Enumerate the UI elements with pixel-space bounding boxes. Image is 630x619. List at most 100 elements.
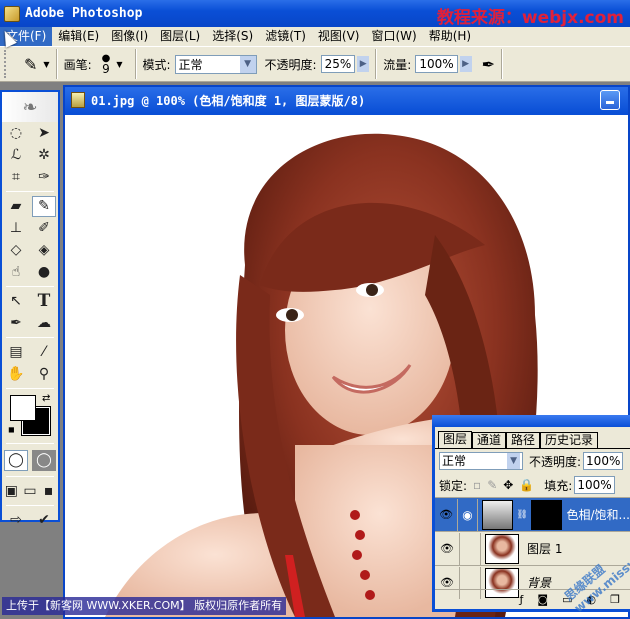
flow-slider-arrow[interactable]: ▶	[459, 56, 472, 72]
fill-label: 填充:	[544, 478, 573, 493]
layer-name: 图层 1	[527, 542, 563, 556]
link-slot[interactable]	[459, 532, 481, 565]
mask-thumbnail[interactable]	[530, 499, 563, 530]
options-grip[interactable]	[4, 50, 10, 78]
mask-link-icon[interactable]: ◉	[457, 498, 478, 531]
path-select-icon[interactable]: ↖	[4, 291, 28, 312]
move-tool-icon[interactable]: ➤	[32, 123, 56, 144]
adjustment-thumbnail	[481, 499, 514, 530]
shape-tool-icon[interactable]: ☁	[32, 313, 56, 334]
layer-row[interactable]: 👁 ◉ ⛓ 色相/饱和...	[435, 497, 630, 531]
layer-opacity-input[interactable]: 100%	[583, 452, 624, 470]
minimize-button[interactable]	[600, 90, 620, 110]
history-brush-icon[interactable]: ✐	[32, 218, 56, 239]
marquee-tool-icon[interactable]: ◌	[4, 123, 28, 144]
blend-mode-select[interactable]: 正常 ▼	[439, 452, 523, 470]
healing-brush-icon[interactable]: ▰	[4, 196, 28, 217]
dodge-tool-icon[interactable]: ●	[32, 262, 56, 283]
app-titlebar: Adobe Photoshop 教程来源：webjx.com	[0, 0, 630, 28]
airbrush-icon[interactable]: ✒	[482, 55, 495, 74]
standard-screen-icon[interactable]: ▣	[2, 481, 21, 502]
layer-style-icon[interactable]: ƒ	[520, 593, 524, 606]
chevron-down-icon: ▼	[507, 453, 520, 469]
mode-label: 模式:	[142, 57, 171, 72]
eye-icon[interactable]: 👁	[435, 508, 457, 521]
brush-tool-preset-icon[interactable]: ✎	[24, 55, 37, 74]
upload-caption: 上传于【新客网 WWW.XKER.COM】 版权归原作者所有	[2, 597, 287, 615]
tab-channels[interactable]: 通道	[472, 432, 507, 448]
clone-stamp-icon[interactable]: ⊥	[4, 218, 28, 239]
default-colors-icon[interactable]: ◼	[8, 425, 15, 434]
panel-titlebar[interactable]	[432, 415, 630, 427]
hand-tool-icon[interactable]: ✋	[4, 364, 28, 385]
file-icon	[71, 92, 85, 108]
pen-tool-icon[interactable]: ✒	[4, 313, 28, 334]
swap-colors-icon[interactable]: ⇄	[42, 393, 50, 404]
jump-to-imageready-icon[interactable]: ⇨	[4, 510, 28, 531]
type-tool-icon[interactable]: T	[32, 291, 56, 312]
lock-label: 锁定:	[439, 478, 468, 493]
checkmark-icon[interactable]: ✔	[32, 510, 56, 531]
photoshop-app-icon	[4, 5, 20, 22]
full-screen-icon[interactable]: ▪	[39, 481, 58, 502]
eyedropper-icon[interactable]: ⁄	[32, 342, 56, 363]
lock-position-icon[interactable]: ✥	[503, 478, 513, 492]
standard-mode-icon[interactable]: ◯	[4, 449, 28, 471]
preset-dropdown-arrow[interactable]: ▼	[43, 60, 49, 69]
link-chain-icon: ⛓	[516, 509, 528, 520]
add-mask-icon[interactable]: ◙	[537, 593, 548, 606]
tab-history[interactable]: 历史记录	[540, 432, 599, 448]
new-layer-icon[interactable]: ❐	[610, 593, 620, 606]
lasso-tool-icon[interactable]: ℒ	[4, 145, 28, 166]
menu-view[interactable]: 视图(V)	[312, 27, 366, 46]
lock-pixels-icon[interactable]: ✎	[487, 478, 497, 492]
zoom-tool-icon[interactable]: ⚲	[32, 364, 56, 385]
app-title: Adobe Photoshop	[25, 6, 143, 21]
flow-label: 流量:	[383, 57, 412, 72]
menu-filter[interactable]: 滤镜(T)	[259, 27, 312, 46]
notes-tool-icon[interactable]: ▤	[4, 342, 28, 363]
lock-all-icon[interactable]: 🔒	[519, 478, 534, 492]
flow-input[interactable]: 100%	[415, 55, 458, 73]
eye-icon[interactable]: 👁	[435, 542, 459, 555]
full-screen-menu-icon[interactable]: ▭	[21, 481, 40, 502]
menu-edit[interactable]: 编辑(E)	[52, 27, 105, 46]
panel-tabs: 图层 通道 路径 历史记录	[435, 431, 630, 449]
layer-name: 色相/饱和...	[566, 508, 630, 522]
feather-logo-icon[interactable]: ❧	[2, 92, 58, 122]
brush-tool-icon[interactable]: ✎	[32, 195, 56, 217]
magic-wand-icon[interactable]: ✲	[32, 145, 56, 166]
brush-size-value: 9	[102, 62, 110, 76]
menu-bar: 文件(F) 编辑(E) 图像(I) 图层(L) 选择(S) 滤镜(T) 视图(V…	[0, 27, 630, 46]
menu-select[interactable]: 选择(S)	[206, 27, 259, 46]
brush-dropdown-arrow[interactable]: ▼	[116, 60, 122, 69]
foreground-color[interactable]	[10, 395, 36, 421]
quick-mask-icon[interactable]: ◯	[32, 449, 56, 471]
options-bar: ✎ ▼ 画笔: ● 9 ▼ 模式: 正常 ▼ 不透明度: 25% ▶ 流量: 1…	[0, 46, 630, 82]
smudge-tool-icon[interactable]: ☝	[4, 262, 28, 283]
menu-image[interactable]: 图像(I)	[105, 27, 154, 46]
layer-thumbnail	[485, 533, 519, 564]
tab-layers[interactable]: 图层	[438, 431, 473, 448]
eraser-tool-icon[interactable]: ◇	[4, 240, 28, 261]
fill-input[interactable]: 100%	[574, 476, 615, 494]
menu-help[interactable]: 帮助(H)	[423, 27, 477, 46]
layer-opacity-label: 不透明度:	[529, 454, 582, 469]
eye-icon[interactable]: 👁	[435, 576, 459, 589]
chevron-down-icon: ▼	[239, 55, 256, 73]
document-title: 01.jpg @ 100% (色相/饱和度 1, 图层蒙版/8)	[91, 93, 366, 108]
opacity-slider-arrow[interactable]: ▶	[357, 56, 370, 72]
color-swatches: ⇄ ◼	[2, 393, 58, 439]
tab-paths[interactable]: 路径	[506, 432, 541, 448]
paint-bucket-icon[interactable]: ◈	[32, 240, 56, 261]
menu-layer[interactable]: 图层(L)	[154, 27, 206, 46]
opacity-input[interactable]: 25%	[320, 55, 356, 73]
brush-size-picker[interactable]: ● 9	[102, 53, 111, 75]
slice-tool-icon[interactable]: ✑	[32, 167, 56, 188]
document-titlebar[interactable]: 01.jpg @ 100% (色相/饱和度 1, 图层蒙版/8)	[65, 87, 628, 113]
crop-tool-icon[interactable]: ⌗	[4, 167, 28, 188]
menu-window[interactable]: 窗口(W)	[365, 27, 422, 46]
opacity-label: 不透明度:	[264, 57, 317, 72]
lock-transparency-icon[interactable]: ▫	[473, 478, 481, 492]
mode-select[interactable]: 正常 ▼	[174, 54, 257, 74]
